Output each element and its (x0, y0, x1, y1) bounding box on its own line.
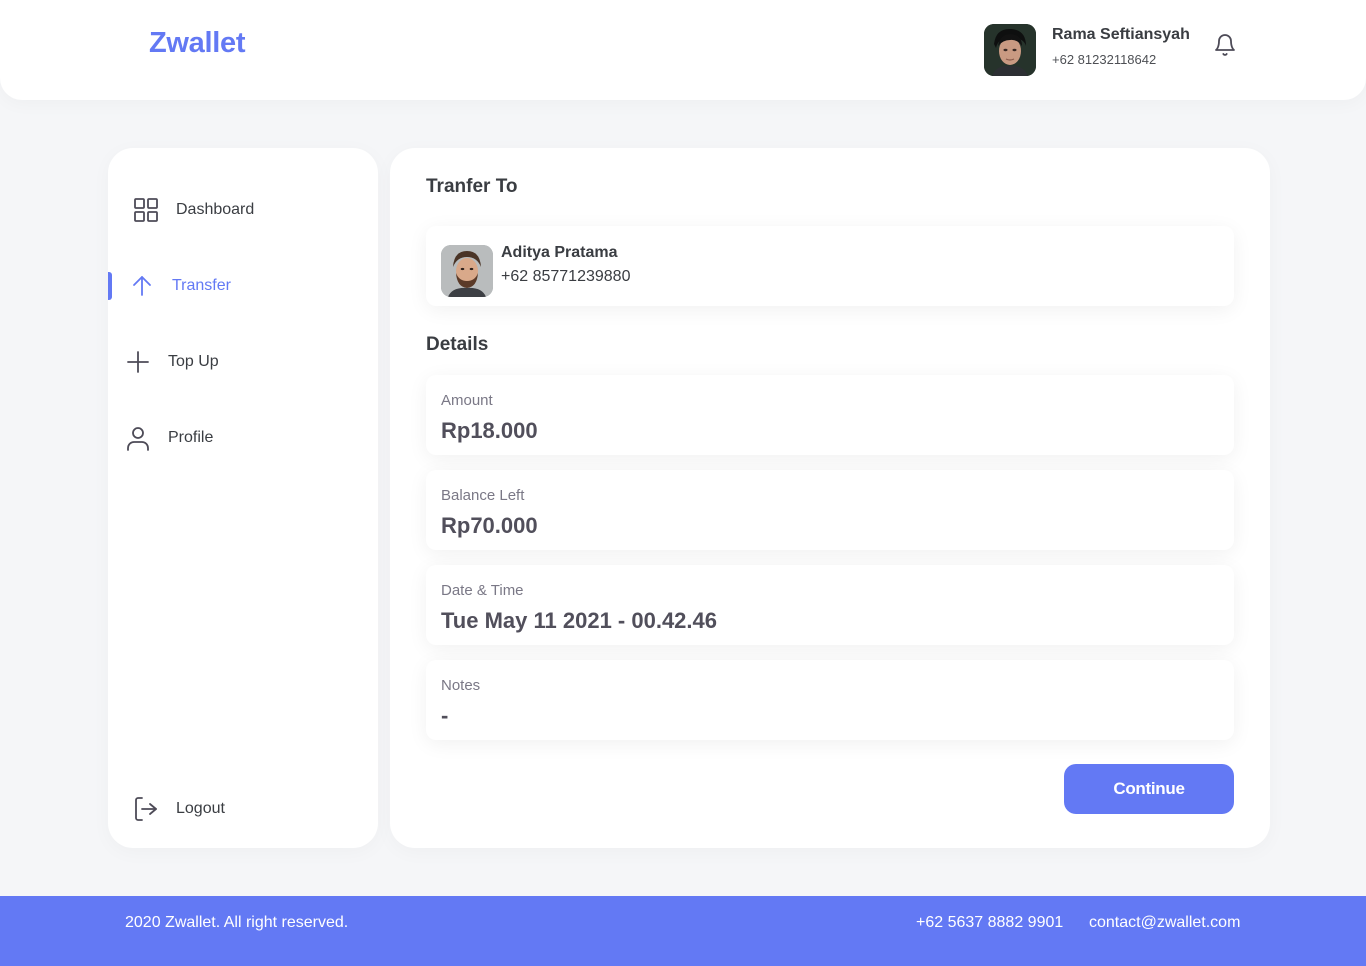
top-header: Zwallet Rama Seftiansyah +62 81232118642 (0, 0, 1366, 100)
continue-button[interactable]: Continue (1064, 764, 1234, 814)
transfer-title: Tranfer To (426, 176, 518, 197)
detail-label: Amount (441, 392, 493, 409)
sidebar-item-logout[interactable]: Logout (108, 794, 378, 824)
sidebar-item-label: Dashboard (176, 201, 255, 218)
detail-value: Rp18.000 (441, 418, 538, 443)
footer-phone[interactable]: +62 5637 8882 9901 (916, 914, 1063, 932)
detail-label: Balance Left (441, 487, 525, 504)
arrow-up-icon (129, 273, 155, 299)
user-icon (125, 425, 151, 451)
plus-icon (125, 349, 151, 375)
recipient-card: Aditya Pratama +62 85771239880 (426, 226, 1234, 306)
detail-card-amount: Amount Rp18.000 (426, 375, 1234, 455)
recipient-phone: +62 85771239880 (501, 268, 631, 285)
user-phone: +62 81232118642 (1052, 52, 1157, 67)
transfer-confirmation-panel: Tranfer To Aditya Pratama +62 8577123988… (390, 148, 1270, 848)
footer-email[interactable]: contact@zwallet.com (1089, 914, 1240, 932)
grid-icon (133, 197, 159, 223)
detail-card-notes: Notes - (426, 660, 1234, 740)
sidebar-item-topup[interactable]: Top Up (108, 347, 378, 377)
bell-icon[interactable] (1213, 32, 1237, 58)
recipient-name: Aditya Pratama (501, 244, 618, 261)
sidebar-item-label: Logout (176, 800, 225, 817)
user-avatar[interactable] (984, 24, 1036, 76)
sidebar-item-transfer[interactable]: Transfer (108, 271, 378, 301)
footer-copyright: 2020 Zwallet. All right reserved. (125, 914, 349, 931)
recipient-avatar (441, 245, 493, 297)
sidebar-item-label: Top Up (168, 353, 219, 370)
detail-label: Notes (441, 677, 481, 694)
sidebar-item-label: Profile (168, 429, 214, 446)
detail-value: Tue May 11 2021 - 00.42.46 (441, 608, 717, 633)
detail-label: Date & Time (441, 582, 524, 599)
brand-logo[interactable]: Zwallet (149, 27, 246, 60)
logout-icon (133, 796, 159, 822)
details-title: Details (426, 334, 489, 355)
detail-card-datetime: Date & Time Tue May 11 2021 - 00.42.46 (426, 565, 1234, 645)
detail-value: - (441, 703, 449, 728)
sidebar-item-dashboard[interactable]: Dashboard (108, 195, 378, 225)
sidebar: Dashboard Transfer Top Up Profile Logout (108, 148, 378, 848)
footer: 2020 Zwallet. All right reserved. +62 56… (0, 896, 1366, 966)
detail-value: Rp70.000 (441, 513, 538, 538)
detail-card-balance: Balance Left Rp70.000 (426, 470, 1234, 550)
sidebar-item-profile[interactable]: Profile (108, 423, 378, 453)
sidebar-item-label: Transfer (172, 277, 231, 294)
user-name: Rama Seftiansyah (1052, 26, 1190, 43)
